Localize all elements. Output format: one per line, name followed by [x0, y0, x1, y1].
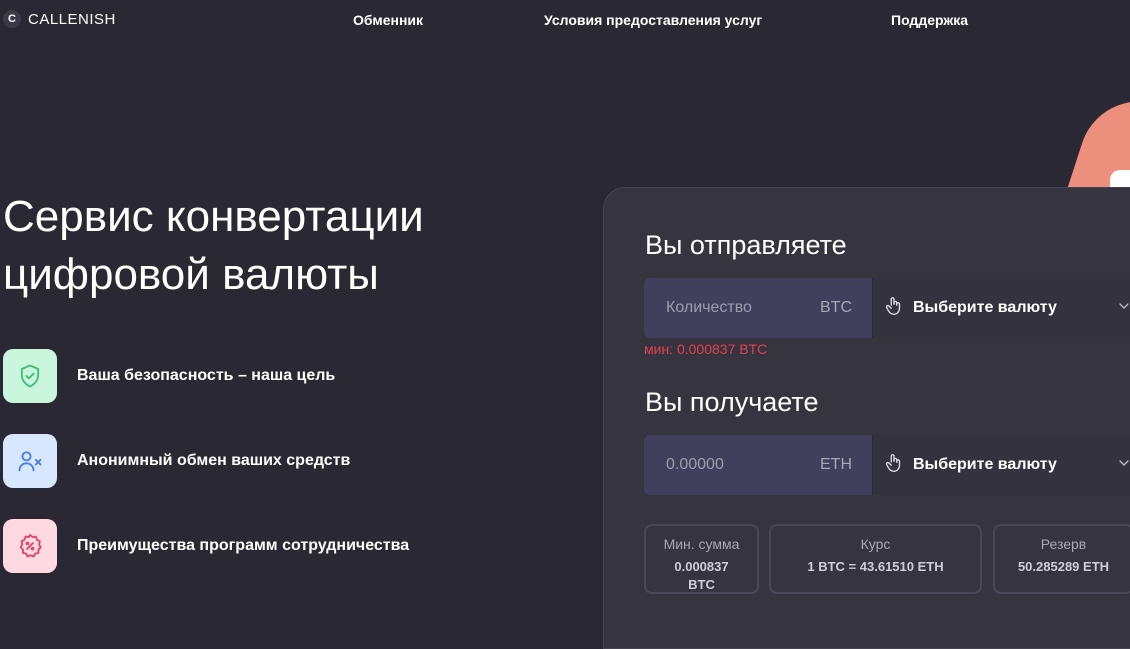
feature-security-text: Ваша безопасность – наша цель — [77, 367, 336, 384]
receive-amount-field: ETH — [644, 435, 872, 495]
stat-reserve: Резерв 50.285289 ETH — [993, 524, 1130, 594]
send-row: BTC Выберите валюту — [644, 278, 1130, 338]
feature-partnership: Преимущества программ сотрудничества — [3, 519, 409, 573]
exchange-card: Вы отправляете BTC Выберите валюту мин: … — [603, 187, 1130, 649]
min-amount-note: мин: 0.000837 BTC — [644, 341, 768, 357]
receive-unit: ETH — [820, 456, 852, 473]
hand-pointer-icon — [883, 295, 905, 322]
chevron-down-icon — [1116, 298, 1130, 319]
receive-currency-label: Выберите валюту — [913, 456, 1057, 473]
stat-rate: Курс 1 BTC = 43.61510 ETH — [769, 524, 982, 594]
nav-exchanger[interactable]: Обменник — [353, 12, 423, 28]
stat-min-value-unit: BTC — [688, 577, 715, 592]
receive-amount-input[interactable] — [664, 455, 798, 475]
logo-icon: C — [3, 10, 21, 28]
hand-pointer-icon — [883, 452, 905, 479]
feature-anonymous: Анонимный обмен ваших средств — [3, 434, 350, 488]
percent-badge-icon — [3, 519, 57, 573]
feature-security: Ваша безопасность – наша цель — [3, 349, 335, 403]
logo[interactable]: C CALLENISH — [3, 10, 116, 28]
receive-row: ETH Выберите валюту — [644, 435, 1130, 495]
stat-min-value: 0.000837 BTC — [646, 558, 757, 594]
send-currency-select[interactable]: Выберите валюту — [872, 278, 1130, 338]
page-title-line-1: Сервис конвертации — [3, 192, 424, 241]
send-label: Вы отправляете — [645, 230, 847, 260]
stat-min-value-amount: 0.000837 — [674, 559, 729, 574]
stat-min-label: Мин. сумма — [663, 536, 740, 552]
chevron-down-icon — [1116, 455, 1130, 476]
feature-anonymous-text: Анонимный обмен ваших средств — [77, 452, 351, 469]
feature-partnership-text: Преимущества программ сотрудничества — [77, 537, 410, 554]
logo-text: CALLENISH — [28, 10, 116, 28]
stat-min-amount: Мин. сумма 0.000837 BTC — [644, 524, 759, 594]
receive-label: Вы получаете — [645, 387, 819, 417]
shield-check-icon — [3, 349, 57, 403]
stat-rate-label: Курс — [860, 536, 891, 552]
nav-support[interactable]: Поддержка — [891, 12, 968, 28]
send-amount-input[interactable] — [664, 298, 798, 318]
receive-currency-select[interactable]: Выберите валюту — [872, 435, 1130, 495]
send-unit: BTC — [820, 299, 852, 316]
nav-terms[interactable]: Условия предоставления услуг — [544, 12, 762, 28]
send-amount-field: BTC — [644, 278, 872, 338]
send-currency-label: Выберите валюту — [913, 299, 1057, 316]
stat-reserve-value: 50.285289 ETH — [1017, 559, 1110, 574]
user-x-icon — [3, 434, 57, 488]
page-title: Сервис конвертации цифровой валюты — [3, 188, 563, 304]
page-title-line-2: цифровой валюты — [3, 250, 379, 299]
stat-rate-value: 1 BTC = 43.61510 ETH — [807, 559, 944, 574]
header: C CALLENISH Обменник Условия предоставле… — [0, 0, 1130, 40]
stat-reserve-label: Резерв — [1040, 536, 1087, 552]
